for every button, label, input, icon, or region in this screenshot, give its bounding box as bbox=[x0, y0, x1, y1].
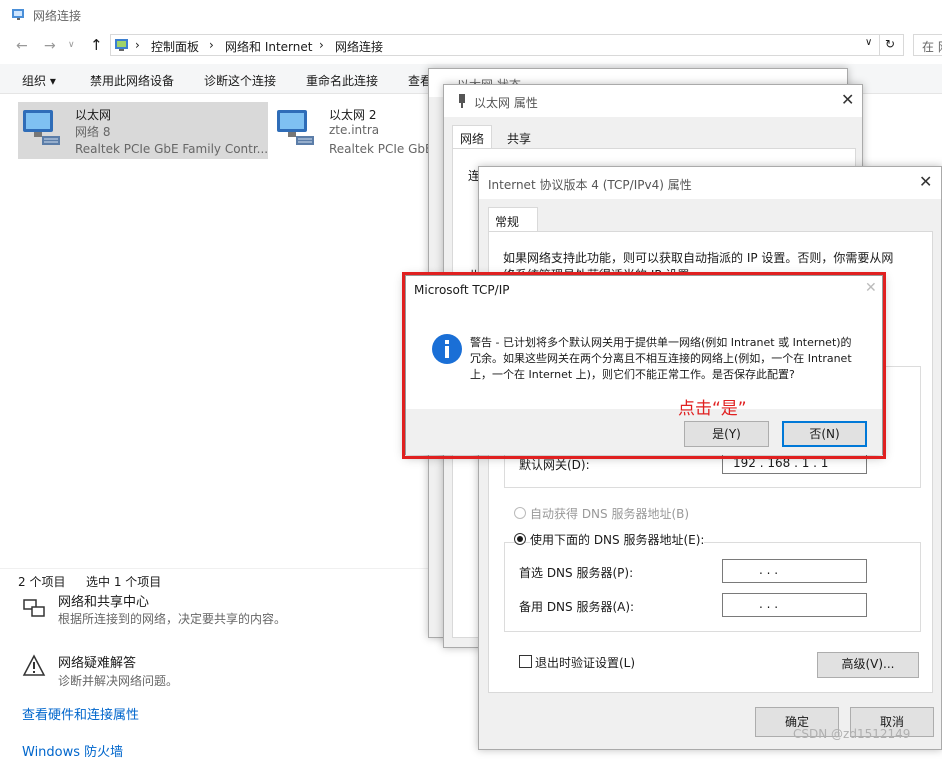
hardware-properties-link[interactable]: 查看硬件和连接属性 bbox=[22, 704, 139, 723]
selected-count: 选中 1 个项目 bbox=[86, 575, 162, 589]
adapter-device: Realtek PCIe GbE Family Contr... bbox=[75, 142, 269, 156]
control-panel-icon bbox=[114, 37, 130, 53]
chevron-down-icon[interactable]: ∨ bbox=[865, 37, 872, 48]
organize-menu[interactable]: 组织 ▾ bbox=[22, 72, 56, 89]
sharing-center-icon bbox=[22, 596, 46, 620]
dns-group bbox=[504, 542, 921, 632]
breadcrumb-control-panel[interactable]: 控制面板 bbox=[151, 38, 199, 55]
status-bar: 2 个项目 选中 1 个项目 bbox=[0, 568, 430, 590]
breadcrumb-network-internet[interactable]: 网络和 Internet bbox=[225, 38, 312, 55]
sharing-center-link[interactable]: 网络和共享中心 bbox=[58, 591, 149, 610]
dialog-titlebar: Internet 协议版本 4 (TCP/IPv4) 属性 ✕ bbox=[479, 167, 941, 199]
adapter-name: 以太网 bbox=[75, 108, 112, 122]
dns-primary-value: . . . bbox=[759, 563, 779, 577]
close-icon[interactable]: ✕ bbox=[841, 90, 854, 109]
search-box[interactable]: 在 网 bbox=[913, 34, 942, 56]
dns-auto-radio[interactable] bbox=[514, 507, 526, 519]
dns-manual-radio[interactable] bbox=[514, 533, 526, 545]
refresh-icon: ↻ bbox=[885, 37, 896, 51]
item-count: 2 个项目 bbox=[18, 575, 66, 589]
breadcrumb-sep-icon: › bbox=[319, 38, 324, 52]
adapter-device: Realtek PCIe GbE bbox=[329, 142, 433, 156]
close-icon[interactable]: ✕ bbox=[919, 172, 932, 191]
breadcrumb-sep-icon: › bbox=[209, 38, 214, 52]
dialog-title: 以太网 属性 bbox=[474, 96, 538, 110]
dns-manual-label: 使用下面的 DNS 服务器地址(E): bbox=[530, 531, 705, 548]
forward-arrow-icon[interactable]: → bbox=[44, 38, 56, 54]
warning-icon bbox=[22, 654, 46, 678]
window-titlebar: 网络连接 bbox=[0, 0, 942, 30]
network-plug-icon bbox=[456, 93, 468, 109]
adapter-ethernet-2[interactable]: 以太网 2 zte.intra Realtek PCIe GbE bbox=[272, 102, 433, 159]
adapter-name: 以太网 2 bbox=[329, 108, 377, 122]
search-placeholder: 在 网 bbox=[922, 40, 942, 54]
back-arrow-icon[interactable]: ← bbox=[16, 38, 28, 54]
troubleshoot-link[interactable]: 网络疑难解答 bbox=[58, 652, 136, 671]
breadcrumb-network-connections[interactable]: 网络连接 bbox=[335, 38, 383, 55]
window-title: 网络连接 bbox=[33, 9, 82, 23]
troubleshoot-desc: 诊断并解决网络问题。 bbox=[58, 674, 179, 688]
advanced-button[interactable]: 高级(V)... bbox=[817, 652, 919, 678]
network-adapter-icon bbox=[20, 106, 64, 150]
adapter-network: 网络 8 bbox=[75, 125, 111, 139]
validate-checkbox[interactable] bbox=[519, 655, 532, 668]
tab-network[interactable]: 网络 bbox=[452, 125, 492, 149]
tab-general[interactable]: 常规 bbox=[488, 207, 538, 232]
dns-primary-label: 首选 DNS 服务器(P): bbox=[519, 566, 634, 580]
annotation-label: 点击“是” bbox=[678, 399, 747, 419]
dns-auto-label: 自动获得 DNS 服务器地址(B) bbox=[530, 507, 690, 521]
adapter-ethernet[interactable]: 以太网 网络 8 Realtek PCIe GbE Family Contr..… bbox=[18, 102, 268, 159]
dns-secondary-label: 备用 DNS 服务器(A): bbox=[519, 600, 635, 614]
dialog-titlebar: 以太网 属性 ✕ bbox=[444, 85, 862, 117]
disable-device-button[interactable]: 禁用此网络设备 bbox=[90, 72, 174, 89]
dns-primary-field[interactable]: . . . bbox=[722, 559, 867, 583]
intro-text-1: 如果网络支持此功能，则可以获取自动指派的 IP 设置。否则，你需要从网 bbox=[503, 251, 894, 265]
network-adapter-icon bbox=[274, 106, 318, 150]
adapter-network: zte.intra bbox=[329, 123, 380, 137]
up-arrow-icon[interactable]: ↑ bbox=[90, 36, 103, 54]
related-settings: 网络和共享中心 根据所连接到的网络，决定要共享的内容。 网络疑难解答 诊断并解决… bbox=[0, 590, 430, 760]
breadcrumb-sep-icon: › bbox=[135, 38, 140, 52]
dns-secondary-value: . . . bbox=[759, 597, 779, 611]
diagnose-button[interactable]: 诊断这个连接 bbox=[204, 72, 276, 89]
validate-label: 退出时验证设置(L) bbox=[535, 656, 636, 670]
dialog-title: Internet 协议版本 4 (TCP/IPv4) 属性 bbox=[488, 178, 692, 192]
rename-button[interactable]: 重命名此连接 bbox=[306, 72, 378, 89]
highlight-frame bbox=[402, 272, 886, 459]
firewall-link[interactable]: Windows 防火墙 bbox=[22, 741, 123, 760]
network-folder-icon bbox=[11, 6, 27, 22]
recent-chevron-icon[interactable]: ∨ bbox=[68, 40, 75, 50]
sharing-center-desc: 根据所连接到的网络，决定要共享的内容。 bbox=[58, 612, 287, 626]
tab-label: 常规 bbox=[495, 215, 520, 229]
watermark: CSDN @zd1512149 bbox=[793, 727, 911, 741]
tab-sharing[interactable]: 共享 bbox=[507, 130, 531, 147]
tab-label: 网络 bbox=[460, 132, 485, 146]
dns-secondary-field[interactable]: . . . bbox=[722, 593, 867, 617]
address-bar[interactable]: › 控制面板 › 网络和 Internet › 网络连接 ∨ bbox=[110, 34, 880, 56]
refresh-button[interactable]: ↻ bbox=[880, 34, 904, 56]
